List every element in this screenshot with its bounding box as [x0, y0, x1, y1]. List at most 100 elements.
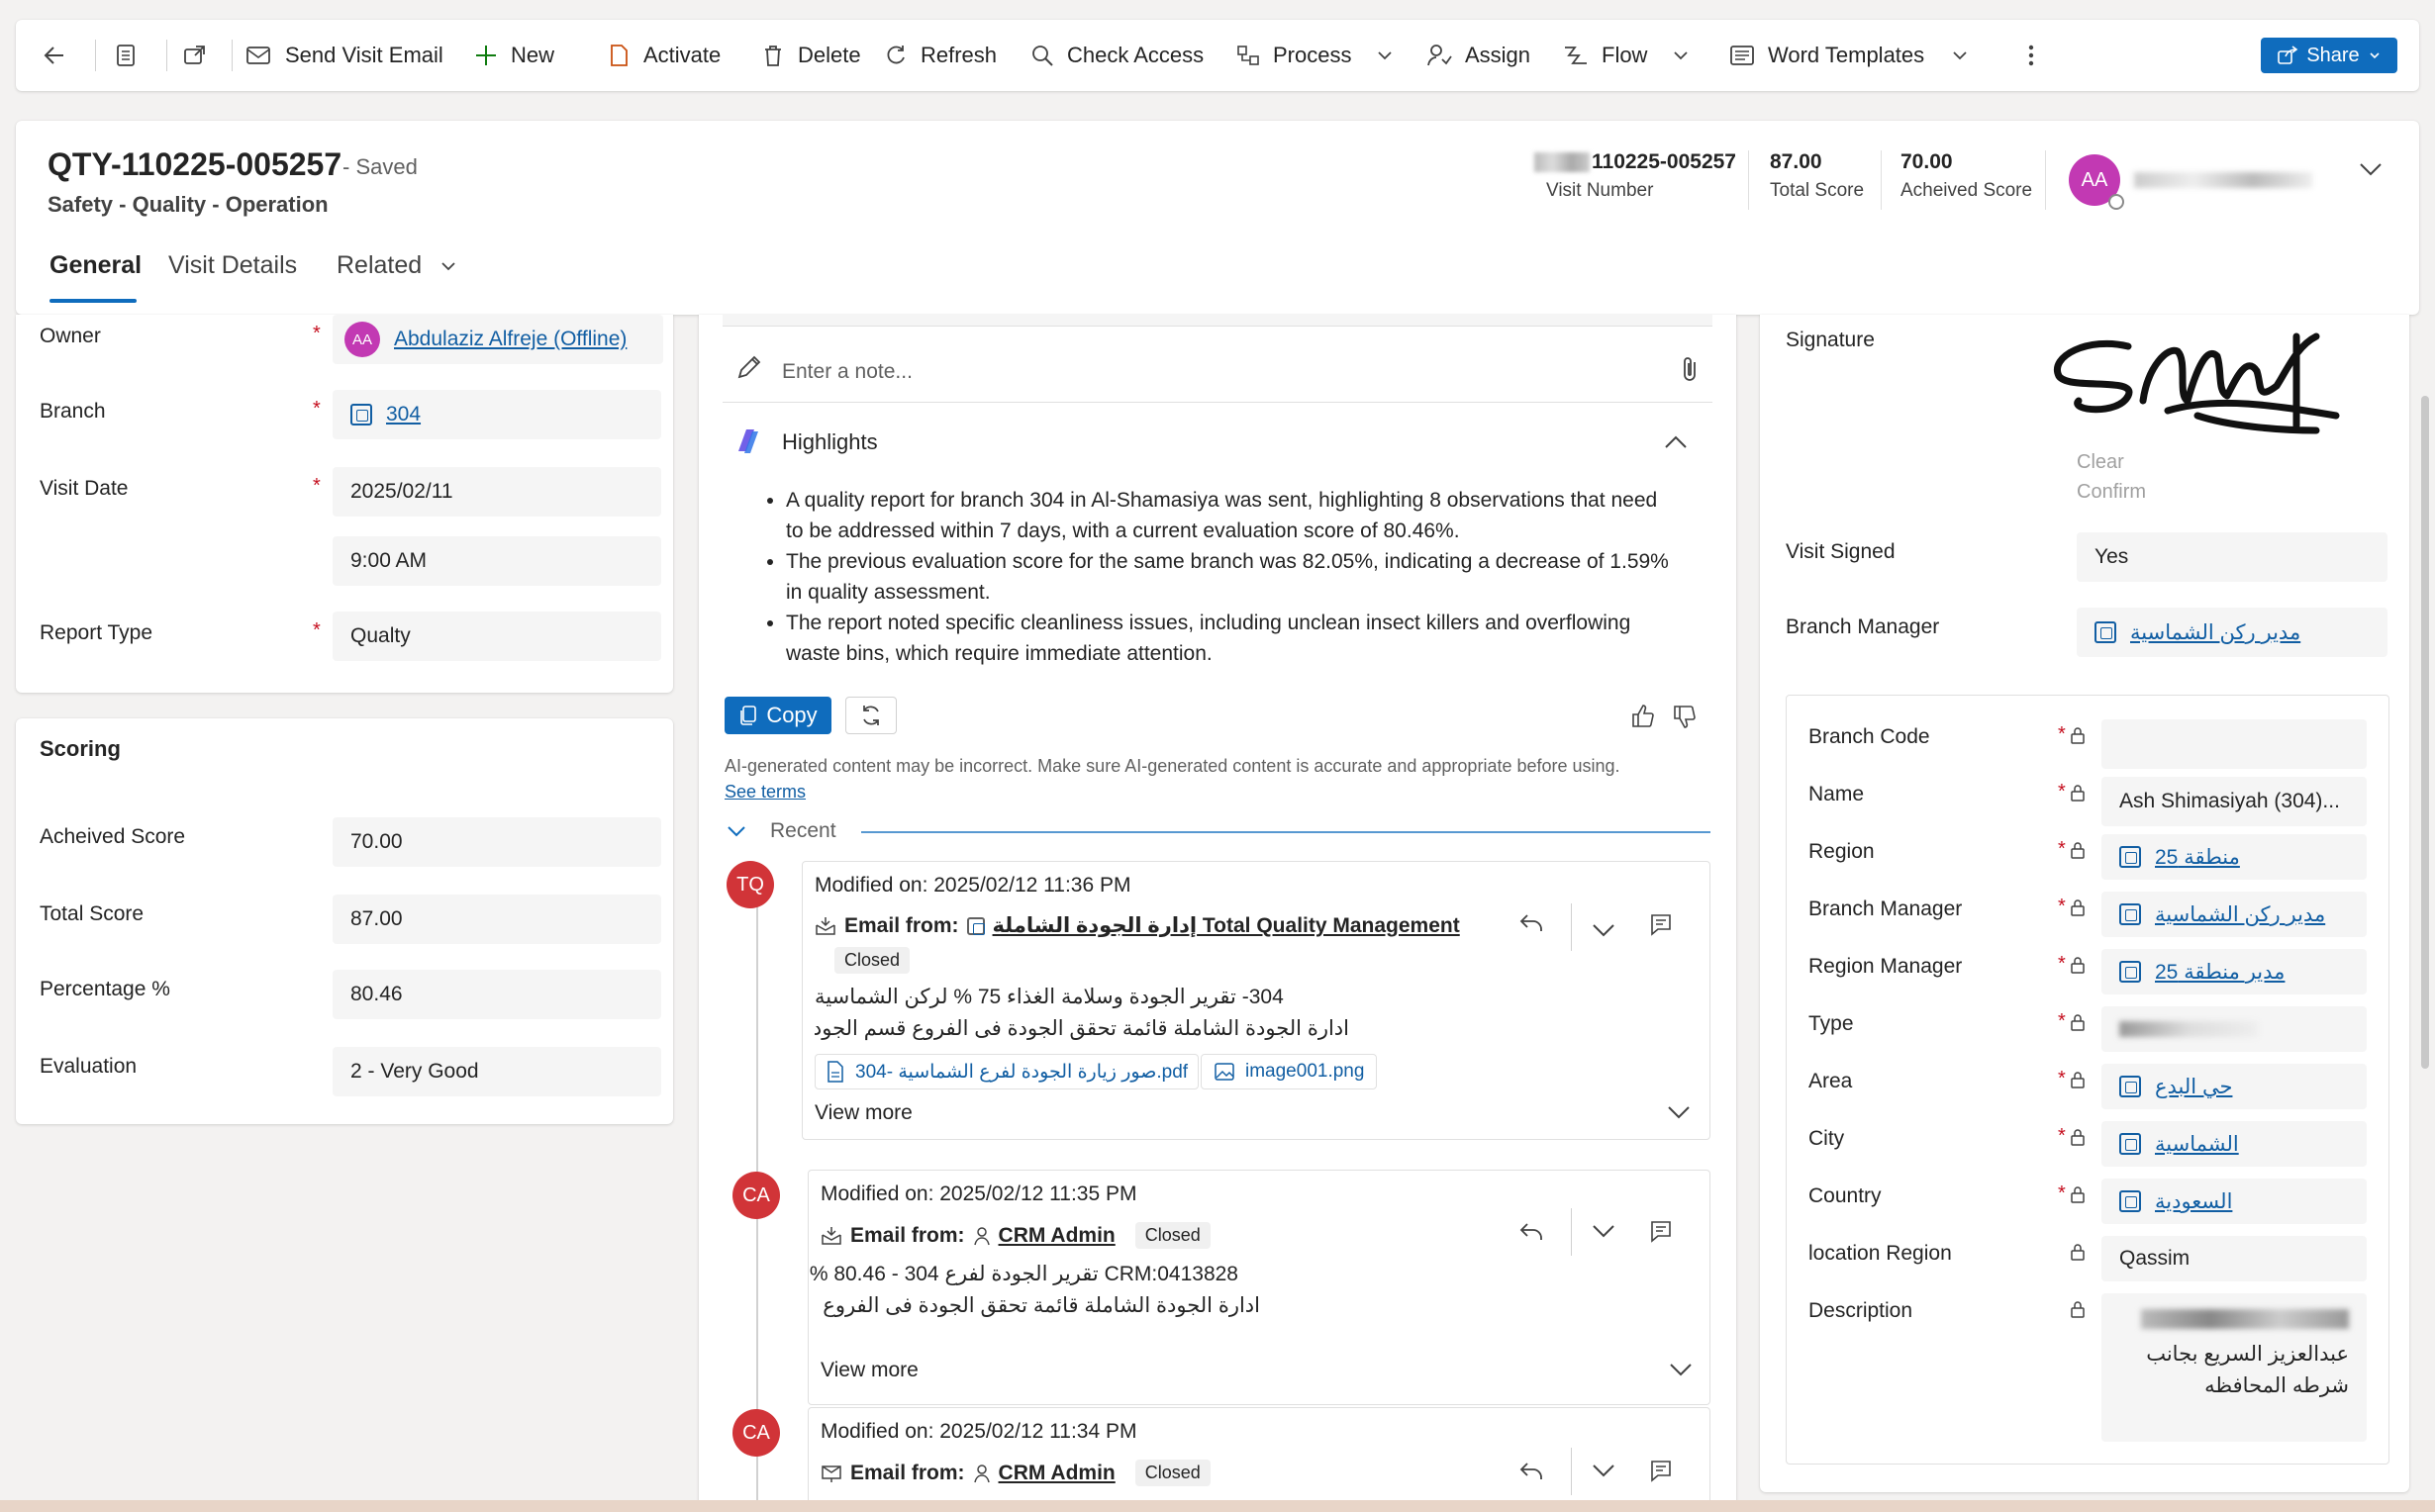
modified-on: Modified on: 2025/02/12 11:34 PM — [821, 1420, 1137, 1443]
region-field[interactable]: منطقة 25 — [2101, 834, 2367, 880]
record-header: QTY-110225-005257 - Saved Safety - Quali… — [16, 121, 2419, 315]
tab-visit-details[interactable]: Visit Details — [168, 251, 297, 280]
tab-related[interactable]: Related — [337, 251, 458, 280]
timeline-avatar: TQ — [727, 861, 774, 908]
branch-field[interactable]: 304 — [333, 390, 661, 439]
lock-icon — [2071, 1129, 2085, 1146]
new-button[interactable]: New — [473, 20, 554, 91]
more-commands-button[interactable] — [2025, 20, 2037, 91]
city-link[interactable]: الشماسية — [2155, 1132, 2239, 1157]
percentage-input[interactable]: 80.46 — [333, 970, 661, 1019]
location-region-label: location Region — [1808, 1242, 1952, 1265]
open-record-button[interactable] — [1648, 911, 1674, 937]
assign-button[interactable]: Assign — [1425, 20, 1530, 91]
flow-button[interactable]: Flow — [1562, 20, 1691, 91]
view-more-link[interactable]: View more — [815, 1101, 913, 1125]
process-button[interactable]: Process — [1235, 20, 1395, 91]
clear-signature-button[interactable]: Clear — [2077, 451, 2124, 474]
more-actions-button[interactable] — [1589, 915, 1618, 945]
chevron-down-icon — [1950, 46, 1970, 65]
signature-label: Signature — [1786, 329, 1875, 351]
email-sender-link[interactable]: CRM Admin — [999, 1224, 1116, 1248]
country-field[interactable]: السعودية — [2101, 1179, 2367, 1224]
more-actions-button[interactable] — [1589, 1216, 1618, 1246]
visit-date-input[interactable]: 2025/02/11 — [333, 467, 661, 517]
presence-offline-icon — [2108, 194, 2124, 210]
evaluation-select[interactable]: 2 - Very Good — [333, 1047, 661, 1096]
view-more-link[interactable]: View more — [821, 1359, 919, 1382]
attachment-image[interactable]: image001.png — [1201, 1054, 1378, 1089]
reply-button[interactable] — [1517, 909, 1545, 937]
region-manager-field[interactable]: مدير منطقة 25 — [2101, 949, 2367, 994]
see-terms-label: See terms — [725, 782, 807, 802]
status-badge: Closed — [834, 947, 911, 974]
process-label: Process — [1273, 43, 1352, 67]
visit-signed-select[interactable]: Yes — [2077, 532, 2387, 582]
word-templates-button[interactable]: Word Templates — [1728, 20, 1970, 91]
email-preview-line: 304- تقرير الجودة وسلامة الغذاء 75 % لرك… — [815, 986, 1284, 1008]
open-new-window-button[interactable] — [182, 20, 208, 91]
city-field[interactable]: الشماسية — [2101, 1121, 2367, 1167]
open-record-button[interactable] — [1648, 1458, 1674, 1483]
recent-toggle[interactable] — [725, 819, 748, 843]
visit-time-input[interactable]: 9:00 AM — [333, 536, 661, 586]
activate-button[interactable]: Activate — [606, 20, 721, 91]
reply-button[interactable] — [1517, 1458, 1545, 1485]
area-field[interactable]: حي البدع — [2101, 1064, 2367, 1109]
open-record-button[interactable] — [1648, 1218, 1674, 1244]
region-link[interactable]: منطقة 25 — [2155, 845, 2240, 870]
regenerate-icon — [858, 703, 884, 728]
page-scrollbar[interactable] — [2421, 396, 2429, 1069]
reply-button[interactable] — [1517, 1218, 1545, 1246]
email-from-row: Email from: CRM Admin Closed — [821, 1222, 1211, 1249]
send-visit-email-button[interactable]: Send Visit Email — [245, 20, 443, 91]
refresh-button[interactable]: Refresh — [883, 20, 997, 91]
area-link[interactable]: حي البدع — [2155, 1075, 2232, 1099]
form-view-button[interactable] — [113, 20, 139, 91]
highlights-collapse-button[interactable] — [1661, 427, 1691, 457]
signature-drawing[interactable] — [2049, 317, 2346, 445]
achieved-score-input[interactable]: 70.00 — [333, 817, 661, 867]
delete-button[interactable]: Delete — [760, 20, 861, 91]
confirm-signature-button[interactable]: Confirm — [2077, 481, 2146, 504]
record-entity-name: Safety - Quality - Operation — [48, 192, 329, 217]
owner-field[interactable]: AA Abdulaziz Alfreje (Offline) — [333, 315, 663, 364]
branch-link[interactable]: 304 — [386, 403, 421, 426]
attachment-pdf[interactable]: 304- صور زيارة الجودة لفرع الشماسية.pdf — [815, 1054, 1200, 1089]
owner-link[interactable]: Abdulaziz Alfreje (Offline) — [394, 328, 627, 351]
branch-manager-link[interactable]: مدير ركن الشماسية — [2130, 620, 2300, 645]
attach-button[interactable] — [1679, 354, 1703, 384]
regenerate-button[interactable] — [845, 697, 897, 734]
expand-entry-button[interactable] — [1664, 1097, 1694, 1127]
email-sender-link[interactable]: إدارة الجودة الشاملة Total Quality Manag… — [993, 913, 1460, 938]
thumbs-down-button[interactable] — [1671, 703, 1699, 730]
lookup-entity-icon — [2119, 1076, 2141, 1097]
branch-manager-quick-field[interactable]: مدير ركن الشماسية — [2101, 892, 2367, 937]
country-link[interactable]: السعودية — [2155, 1189, 2232, 1214]
header-expand-button[interactable] — [2356, 154, 2386, 184]
evaluation-label: Evaluation — [40, 1055, 138, 1078]
branch-manager-field[interactable]: مدير ركن الشماسية — [2077, 608, 2387, 657]
more-actions-button[interactable] — [1589, 1456, 1618, 1485]
see-terms-link[interactable]: See terms — [725, 782, 806, 803]
copy-button[interactable]: Copy — [725, 697, 831, 734]
total-score-input[interactable]: 87.00 — [333, 895, 661, 944]
tab-general[interactable]: General — [49, 251, 142, 280]
check-access-button[interactable]: Check Access — [1029, 20, 1204, 91]
header-achieved-score: 70.00 Acheived Score — [1900, 150, 2032, 202]
back-button[interactable] — [42, 20, 67, 91]
branch-manager-quick-link[interactable]: مدير ركن الشماسية — [2155, 902, 2325, 927]
record-title: QTY-110225-005257 — [48, 146, 342, 182]
status-badge: Closed — [1134, 1460, 1211, 1486]
status-badge-label: Closed — [834, 947, 911, 974]
percentage-label: Percentage % — [40, 978, 170, 1000]
image-file-icon — [1214, 1062, 1235, 1082]
share-button[interactable]: Share — [2261, 38, 2397, 73]
expand-entry-button[interactable] — [1666, 1355, 1696, 1384]
region-manager-link[interactable]: مدير منطقة 25 — [2155, 960, 2285, 985]
report-type-select[interactable]: Qualty — [333, 612, 661, 661]
thumbs-up-button[interactable] — [1629, 703, 1657, 730]
email-sender-link[interactable]: CRM Admin — [999, 1462, 1116, 1485]
lock-icon — [2071, 1301, 2085, 1318]
note-input[interactable]: Enter a note... — [782, 360, 913, 384]
